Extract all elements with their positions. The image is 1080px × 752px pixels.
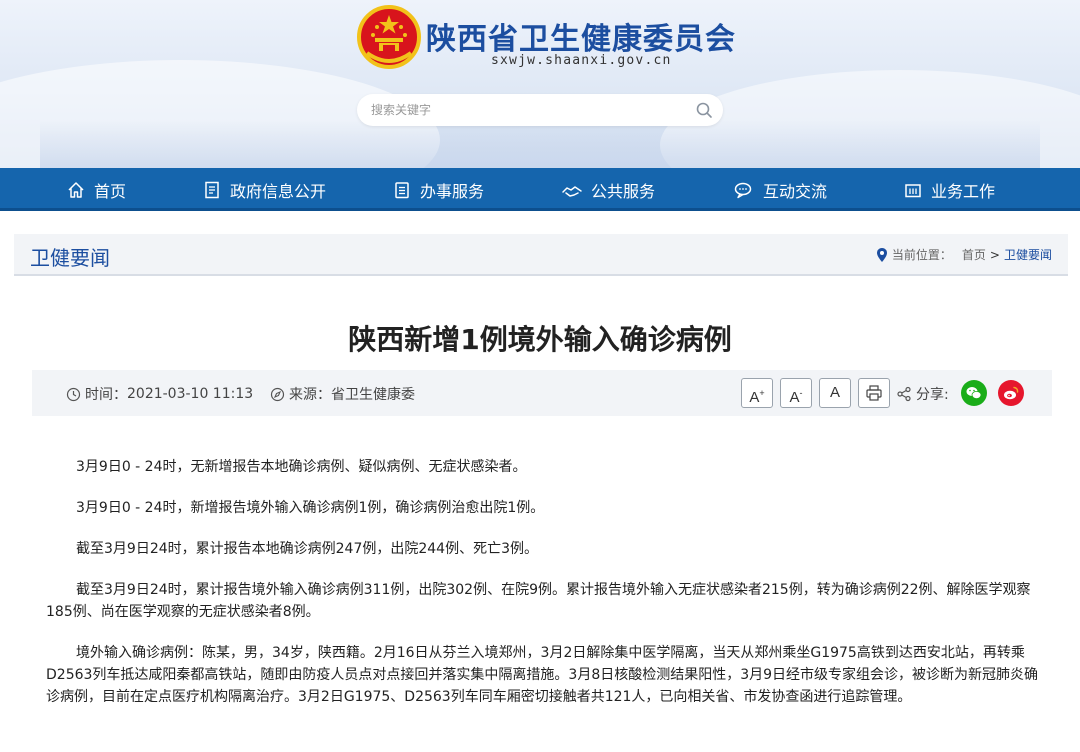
search-box [357, 94, 723, 126]
breadcrumb-separator: > [989, 247, 1000, 262]
nav-item-services[interactable]: 办事服务 [392, 168, 484, 211]
article-paragraph: 3月9日0 - 24时，无新增报告本地确诊病例、疑似病例、无症状感染者。 [76, 459, 527, 475]
breadcrumb: 当前位置： 首页 > 卫健要闻 [876, 246, 1052, 263]
nav-item-home[interactable]: 首页 [66, 168, 126, 211]
font-decrease-button[interactable]: A- [780, 378, 812, 408]
compass-icon [270, 387, 285, 401]
nav-item-public-services[interactable]: 公共服务 [561, 168, 655, 211]
header-decoration [40, 120, 1040, 168]
time-label: 时间： [85, 387, 127, 403]
print-button[interactable] [858, 378, 890, 408]
font-increase-button[interactable]: A+ [741, 378, 773, 408]
breadcrumb-label: 当前位置： [891, 248, 952, 262]
site-header: 陕西省卫生健康委员会 sxwjw.shaanxi.gov.cn [0, 0, 1080, 168]
search-input[interactable] [371, 100, 681, 120]
font-reset-label: A [829, 384, 840, 401]
breadcrumb-current-link[interactable]: 卫健要闻 [1004, 246, 1052, 263]
share-icon [897, 386, 911, 402]
article-paragraph: 境外输入确诊病例：陈某，男，34岁，陕西籍。2月16日从芬兰入境郑州，3月2日解… [46, 645, 1039, 705]
nav-item-business[interactable]: 业务工作 [903, 168, 995, 211]
article-meta-bar: 时间： 2021-03-10 11:13 来源： 省卫生健康委 A+ A- A … [32, 370, 1052, 416]
nav-item-interaction[interactable]: 互动交流 [733, 168, 827, 211]
plus-icon: + [759, 388, 765, 398]
site-title[interactable]: 陕西省卫生健康委员会 [426, 14, 736, 58]
nav-item-label: 办事服务 [420, 181, 485, 201]
search-icon[interactable] [693, 99, 715, 121]
document-list-icon [205, 181, 219, 198]
article-title: 陕西新增1例境外输入确诊病例 [348, 323, 732, 356]
wechat-share-button[interactable] [961, 380, 987, 406]
handshake-icon [562, 185, 582, 197]
share-label: 分享: [916, 387, 949, 403]
article-paragraph: 截至3月9日24时，累计报告本地确诊病例247例，出院244例、死亡3例。 [76, 541, 538, 557]
font-reset-button[interactable]: A [819, 378, 851, 408]
clipboard-icon [395, 181, 409, 198]
time-value: 2021-03-10 11:13 [127, 386, 254, 402]
home-icon [68, 181, 84, 198]
section-title: 卫健要闻 [30, 246, 110, 270]
nav-item-label: 业务工作 [931, 181, 996, 201]
nav-item-label: 政府信息公开 [230, 181, 327, 201]
minus-icon: - [799, 388, 803, 398]
main-nav: 首页 政府信息公开 办事服务 公共服务 互动交流 业务工作 [0, 168, 1080, 211]
briefcase-icon [905, 183, 921, 197]
chat-bubble-icon [734, 182, 752, 198]
font-decrease-label: A [789, 389, 800, 406]
site-domain: sxwjw.shaanxi.gov.cn [491, 53, 672, 68]
national-emblem-icon[interactable] [357, 5, 421, 71]
printer-icon [866, 385, 882, 401]
source-label: 来源： [289, 387, 331, 403]
clock-icon [66, 387, 81, 401]
weibo-icon [1004, 386, 1019, 400]
nav-item-label: 互动交流 [763, 181, 828, 201]
location-pin-icon [876, 247, 887, 262]
section-header: 卫健要闻 当前位置： 首页 > 卫健要闻 [14, 234, 1068, 276]
share-section: 分享: [896, 384, 949, 404]
article-time: 时间： 2021-03-10 11:13 [66, 384, 253, 404]
breadcrumb-home-link[interactable]: 首页 [962, 246, 986, 263]
weibo-share-button[interactable] [998, 380, 1024, 406]
article-paragraph: 截至3月9日24时，累计报告境外输入确诊病例311例，出院302例、在院9例。累… [46, 582, 1031, 620]
article-body: 3月9日0 - 24时，无新增报告本地确诊病例、疑似病例、无症状感染者。 3月9… [46, 456, 1052, 727]
article-paragraph: 3月9日0 - 24时，新增报告境外输入确诊病例1例，确诊病例治愈出院1例。 [76, 500, 545, 516]
nav-item-label: 首页 [94, 181, 127, 201]
article-source: 来源： 省卫生健康委 [270, 384, 415, 404]
wechat-icon [966, 387, 982, 399]
nav-item-gov-info[interactable]: 政府信息公开 [202, 168, 326, 211]
nav-item-label: 公共服务 [591, 181, 656, 201]
font-increase-label: A [749, 389, 760, 406]
source-value: 省卫生健康委 [331, 387, 415, 403]
